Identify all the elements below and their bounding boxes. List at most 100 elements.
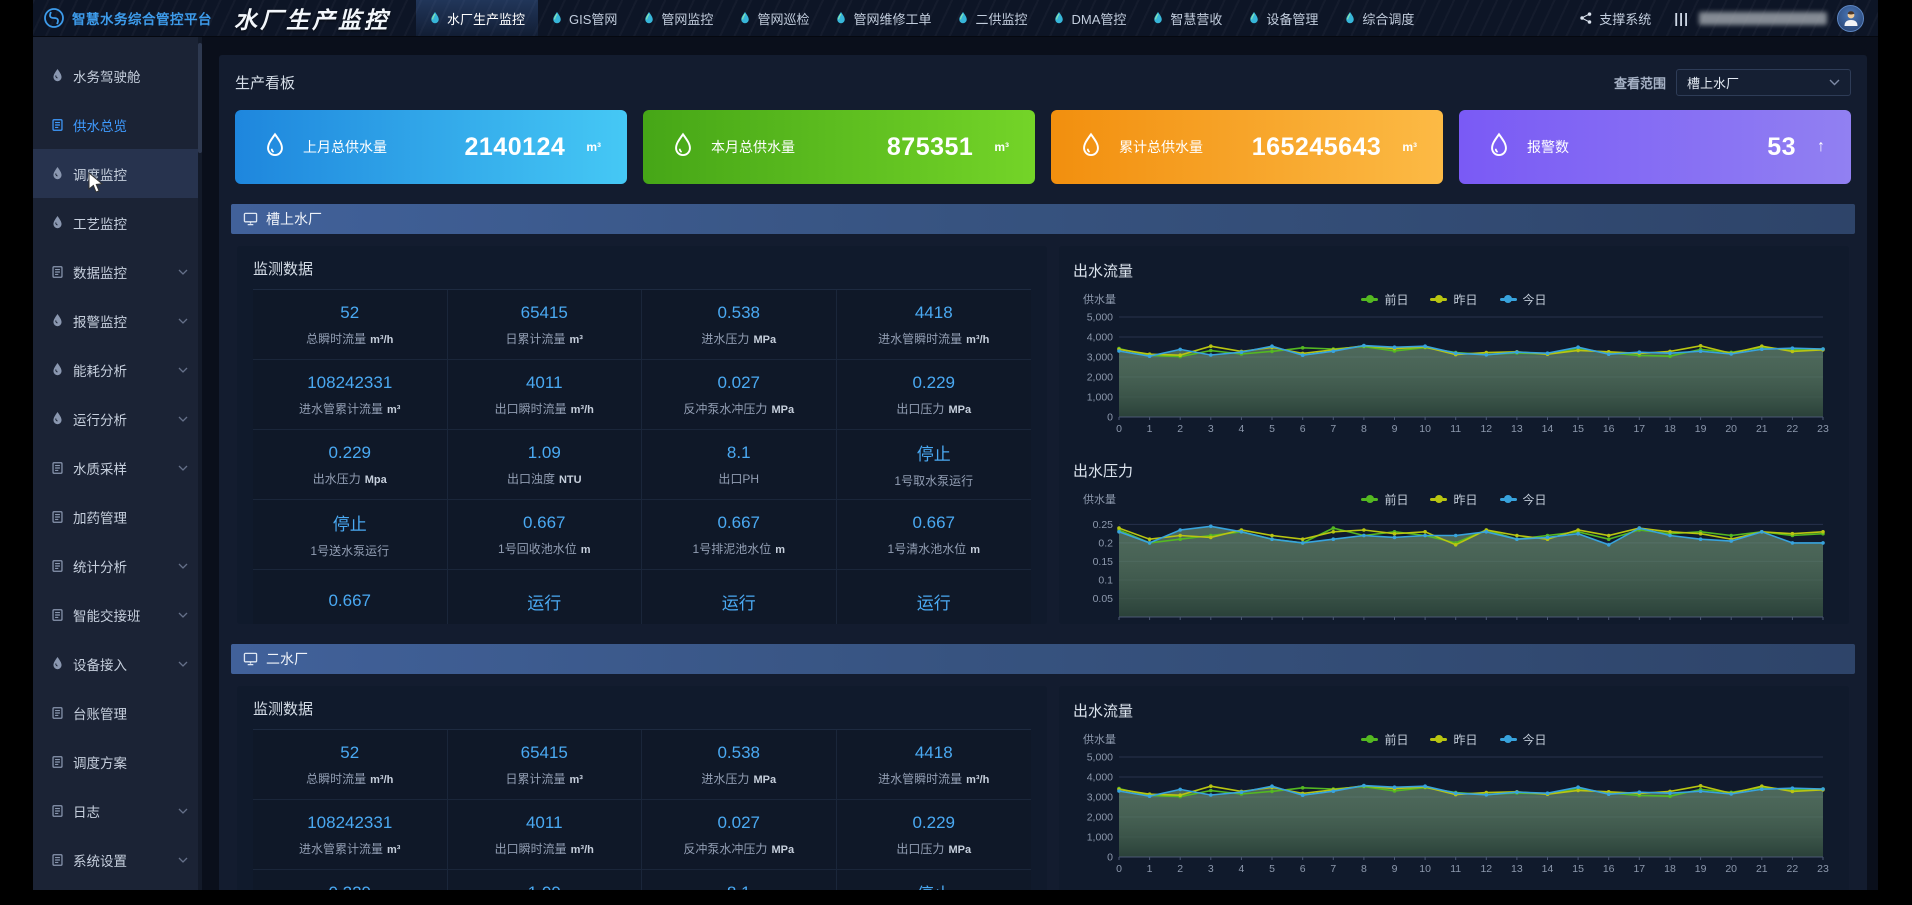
sidebar-item-12[interactable]: 设备接入	[33, 639, 198, 688]
metric-value: 0.667	[328, 591, 371, 611]
sidebar-item-14[interactable]: 调度方案	[33, 737, 198, 786]
nav-item-8[interactable]: 设备管理	[1235, 0, 1331, 36]
sidebar-item-5[interactable]: 报警监控	[33, 296, 198, 345]
user-avatar[interactable]	[1837, 5, 1864, 32]
sidebar-item-7[interactable]: 运行分析	[33, 394, 198, 443]
svg-text:13: 13	[1511, 423, 1523, 435]
water-drop-icon	[51, 411, 64, 426]
legend-item[interactable]: 昨日	[1430, 731, 1477, 748]
svg-text:20: 20	[1725, 863, 1737, 875]
nav-item-0[interactable]: 水厂生产监控	[416, 0, 538, 36]
nav-item-label: 支撑系统	[1599, 9, 1651, 28]
metric-cell: 停止 1号取水泵运行	[837, 870, 1032, 890]
section-bar-1: 二水厂	[231, 644, 1855, 674]
scope-select[interactable]: 槽上水厂	[1676, 69, 1851, 96]
sidebar-item-13[interactable]: 台账管理	[33, 688, 198, 737]
water-drop-icon	[51, 313, 64, 328]
legend-item[interactable]: 今日	[1500, 491, 1547, 508]
svg-text:23: 23	[1817, 863, 1829, 875]
section-title: 槽上水厂	[266, 209, 322, 229]
legend-label: 前日	[1384, 291, 1408, 308]
sidebar-item-2[interactable]: 调度监控	[33, 149, 198, 198]
svg-text:7: 7	[1330, 623, 1336, 624]
chart-plot: 01,0002,0003,0004,0005,00001234567891011…	[1073, 311, 1833, 443]
svg-text:16: 16	[1603, 863, 1615, 875]
svg-text:9: 9	[1392, 423, 1398, 435]
metric-unit: m	[581, 544, 591, 556]
sidebar-item-label: 数据监控	[73, 262, 169, 282]
sidebar-item-8[interactable]: 水质采样	[33, 443, 198, 492]
svg-text:21: 21	[1756, 863, 1768, 875]
svg-text:21: 21	[1756, 423, 1768, 435]
chevron-down-icon	[178, 857, 188, 863]
water-drop-icon	[51, 656, 64, 671]
water-drop-icon	[51, 215, 64, 230]
nav-item-9[interactable]: 综合调度	[1331, 0, 1427, 36]
metric-cell: 52 总瞬时流量m³/h	[253, 730, 448, 800]
sidebar-scrollbar[interactable]	[198, 37, 202, 890]
metric-cell: 0.229 出口压力MPa	[837, 360, 1032, 430]
metric-unit: MPa	[771, 844, 794, 856]
sidebar-item-16[interactable]: 系统设置	[33, 835, 198, 884]
nav-item-5[interactable]: 二供监控	[944, 0, 1040, 36]
document-icon	[51, 608, 64, 622]
nav-item-7[interactable]: 智慧营收	[1139, 0, 1235, 36]
monitor-icon	[243, 212, 258, 226]
sidebar-item-3[interactable]: 工艺监控	[33, 198, 198, 247]
app-logo[interactable]: 智慧水务综合管控平台	[33, 7, 226, 29]
svg-text:1,000: 1,000	[1087, 392, 1113, 404]
nav-item-2[interactable]: 管网监控	[630, 0, 726, 36]
sidebar-item-11[interactable]: 智能交接班	[33, 590, 198, 639]
legend-item[interactable]: 前日	[1361, 491, 1408, 508]
metric-cell: 8.1 出口PH	[642, 430, 837, 500]
svg-text:18: 18	[1664, 863, 1676, 875]
nav-item-4[interactable]: 管网维修工单	[822, 0, 944, 36]
sidebar-item-1[interactable]: 供水总览	[33, 100, 198, 149]
metric-cell: 0.667	[253, 570, 448, 624]
svg-text:11: 11	[1450, 423, 1461, 435]
sidebar-item-4[interactable]: 数据监控	[33, 247, 198, 296]
sidebar-item-15[interactable]: 日志	[33, 786, 198, 835]
legend-item[interactable]: 今日	[1500, 291, 1547, 308]
sidebar-item-label: 调度方案	[73, 752, 188, 772]
chart-title: 出水流量	[1073, 260, 1835, 281]
svg-text:20: 20	[1725, 623, 1737, 624]
nav-item-1[interactable]: GIS管网	[538, 0, 630, 36]
metric-label: 出口瞬时流量m³/h	[495, 400, 594, 417]
metric-value: 0.667	[717, 513, 760, 533]
metric-cell: 0.667 1号回收池水位m	[448, 500, 643, 570]
metric-unit: m³/h	[966, 774, 989, 786]
legend-item[interactable]: 今日	[1500, 731, 1547, 748]
metric-cell: 运行	[642, 570, 837, 624]
metric-unit: Mpa	[365, 474, 387, 486]
metric-cell: 运行	[837, 570, 1032, 624]
svg-text:16: 16	[1603, 423, 1615, 435]
legend-item[interactable]: 前日	[1361, 291, 1408, 308]
legend-item[interactable]: 前日	[1361, 731, 1408, 748]
svg-text:0: 0	[1107, 852, 1113, 864]
chart-meta: 供水量 前日 昨日 今日	[1073, 289, 1835, 309]
metric-cell: 0.027 反冲泵水冲压力MPa	[642, 360, 837, 430]
svg-text:0.1: 0.1	[1098, 575, 1113, 587]
sidebar-item-0[interactable]: 水务驾驶舱	[33, 51, 198, 100]
chart-plot: 01,0002,0003,0004,0005,00001234567891011…	[1073, 751, 1833, 883]
legend-item[interactable]: 昨日	[1430, 491, 1477, 508]
svg-text:5,000: 5,000	[1087, 752, 1113, 764]
nav-item-6[interactable]: DMA管控	[1040, 0, 1139, 36]
menu-bars-icon[interactable]: |||	[1674, 10, 1689, 26]
svg-text:2,000: 2,000	[1087, 812, 1113, 824]
metric-value: 0.229	[912, 373, 955, 393]
svg-text:4,000: 4,000	[1087, 332, 1113, 344]
sidebar-item-label: 供水总览	[73, 115, 188, 135]
top-nav-menu: 水厂生产监控 GIS管网 管网监控 管网巡检 管网维修工单 二供监控 DMA管控…	[416, 0, 1427, 36]
sidebar-item-6[interactable]: 能耗分析	[33, 345, 198, 394]
legend-item[interactable]: 昨日	[1430, 291, 1477, 308]
sidebar-item-10[interactable]: 统计分析	[33, 541, 198, 590]
sidebar-item-label: 台账管理	[73, 703, 188, 723]
chevron-down-icon	[178, 318, 188, 324]
metric-value: 4011	[526, 373, 563, 393]
nav-item-support[interactable]: 支撑系统	[1566, 9, 1664, 28]
nav-item-3[interactable]: 管网巡检	[726, 0, 822, 36]
legend-label: 昨日	[1453, 291, 1477, 308]
sidebar-item-9[interactable]: 加药管理	[33, 492, 198, 541]
